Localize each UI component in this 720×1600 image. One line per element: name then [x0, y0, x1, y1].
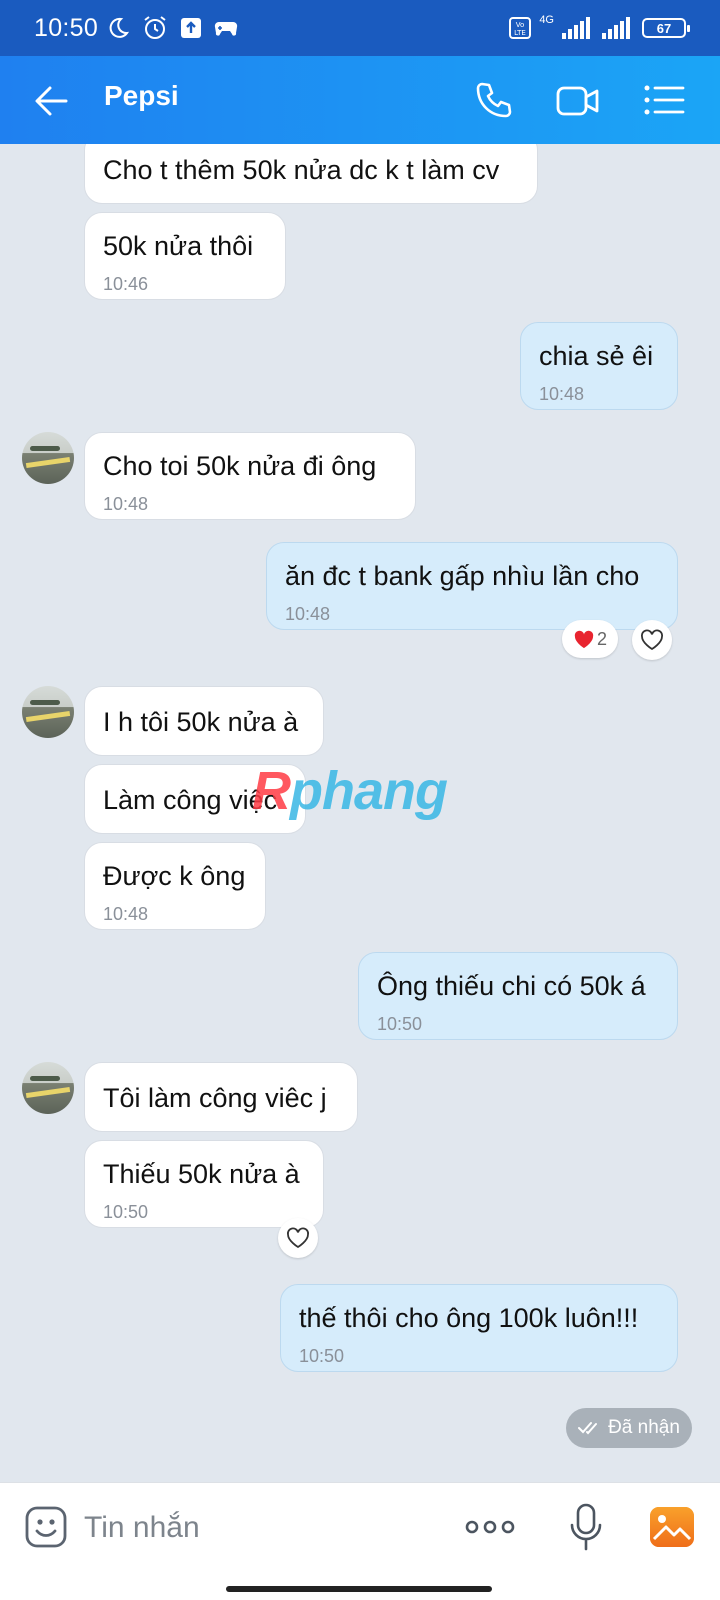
status-bar: 10:50 Vo LTE 4G 67	[0, 0, 720, 56]
menu-list-icon[interactable]	[642, 78, 686, 122]
message-time: 10:48	[539, 384, 585, 404]
volte-icon: VoLTE	[509, 17, 532, 39]
watermark-logo: Rphang	[252, 761, 448, 821]
message-text: chia sẻ êi	[539, 341, 654, 371]
message-text: I h tôi 50k nửa à	[103, 707, 299, 737]
react-button[interactable]	[632, 620, 672, 660]
battery-level: 67	[656, 20, 672, 36]
double-check-icon	[578, 1422, 598, 1435]
message-input-bar: Tin nhắn	[0, 1482, 720, 1600]
upload-icon	[181, 18, 202, 38]
chat-header: Pepsi	[0, 56, 720, 144]
message-time: 10:50	[103, 1202, 149, 1222]
outgoing-message[interactable]: Ông thiếu chi có 50k á 10:50	[358, 952, 678, 1040]
status-icons-right: Vo LTE 4G 67	[509, 14, 690, 39]
network-type: 4G	[539, 14, 554, 26]
video-call-icon[interactable]	[556, 78, 600, 122]
incoming-message[interactable]: Được k ông 10:48	[84, 842, 266, 930]
back-arrow-icon[interactable]	[30, 80, 72, 122]
message-text: Tôi làm công viêc j	[103, 1083, 327, 1113]
sticker-emoji-icon[interactable]	[24, 1505, 68, 1549]
outgoing-message[interactable]: ăn đc t bank gấp nhìu lần cho 10:48	[266, 542, 678, 630]
react-button[interactable]	[278, 1218, 318, 1258]
incoming-message[interactable]: Cho toi 50k nửa đi ông 10:48	[84, 432, 416, 520]
message-time: 10:50	[377, 1014, 423, 1034]
message-time: 10:50	[299, 1346, 345, 1366]
message-text: 50k nửa thôi	[103, 231, 254, 261]
message-text: Thiếu 50k nửa à	[103, 1159, 300, 1189]
incoming-message[interactable]: Thiếu 50k nửa à 10:50	[84, 1140, 324, 1228]
message-text: thế thôi cho ông 100k luôn!!!	[299, 1303, 639, 1333]
message-time: 10:48	[103, 494, 149, 514]
incoming-message[interactable]: Cho t thêm 50k nửa dc k t làm cv	[84, 144, 538, 204]
message-text: Làm công việc	[103, 785, 278, 815]
image-gallery-icon[interactable]	[648, 1505, 696, 1549]
delivery-status-badge: Đã nhận	[566, 1408, 692, 1448]
status-icons-left	[106, 15, 238, 41]
status-time: 10:50	[34, 13, 99, 42]
heart-outline-icon	[641, 629, 663, 651]
outgoing-message[interactable]: thế thôi cho ông 100k luôn!!! 10:50	[280, 1284, 678, 1372]
contact-avatar[interactable]	[22, 686, 74, 738]
signal-icon-2	[602, 17, 630, 39]
heart-outline-icon	[287, 1227, 309, 1249]
contact-name[interactable]: Pepsi	[104, 80, 179, 112]
svg-text:Vo: Vo	[516, 21, 525, 29]
incoming-message[interactable]: I h tôi 50k nửa à	[84, 686, 324, 756]
outgoing-message[interactable]: chia sẻ êi 10:48	[520, 322, 678, 410]
signal-icon	[562, 17, 590, 39]
alarm-icon	[144, 16, 166, 39]
message-time: 10:46	[103, 274, 149, 294]
heart-filled-icon	[574, 630, 594, 649]
message-text: Ông thiếu chi có 50k á	[377, 971, 646, 1001]
more-options-icon[interactable]	[464, 1505, 516, 1549]
reaction-count: 2	[596, 628, 607, 649]
microphone-icon[interactable]	[568, 1503, 604, 1551]
contact-avatar[interactable]	[22, 432, 74, 484]
battery-icon: 67	[642, 18, 690, 38]
phone-call-icon[interactable]	[472, 78, 516, 122]
contact-avatar[interactable]	[22, 1062, 74, 1114]
message-text: Cho t thêm 50k nửa dc k t làm cv	[103, 155, 500, 185]
home-indicator[interactable]	[226, 1586, 492, 1592]
gamepad-icon	[214, 21, 238, 36]
message-text: Cho toi 50k nửa đi ông	[103, 451, 377, 481]
message-input[interactable]: Tin nhắn	[84, 1511, 200, 1545]
incoming-message[interactable]: 50k nửa thôi 10:46	[84, 212, 286, 300]
message-text: ăn đc t bank gấp nhìu lần cho	[285, 561, 640, 591]
message-text: Được k ông	[103, 861, 246, 891]
delivery-status-text: Đã nhận	[608, 1417, 680, 1438]
message-time: 10:48	[285, 604, 331, 624]
reaction-badge[interactable]: 2	[562, 620, 618, 658]
svg-text:LTE: LTE	[514, 29, 526, 37]
moon-icon	[109, 17, 130, 38]
incoming-message[interactable]: Tôi làm công viêc j	[84, 1062, 358, 1132]
message-time: 10:48	[103, 904, 149, 924]
